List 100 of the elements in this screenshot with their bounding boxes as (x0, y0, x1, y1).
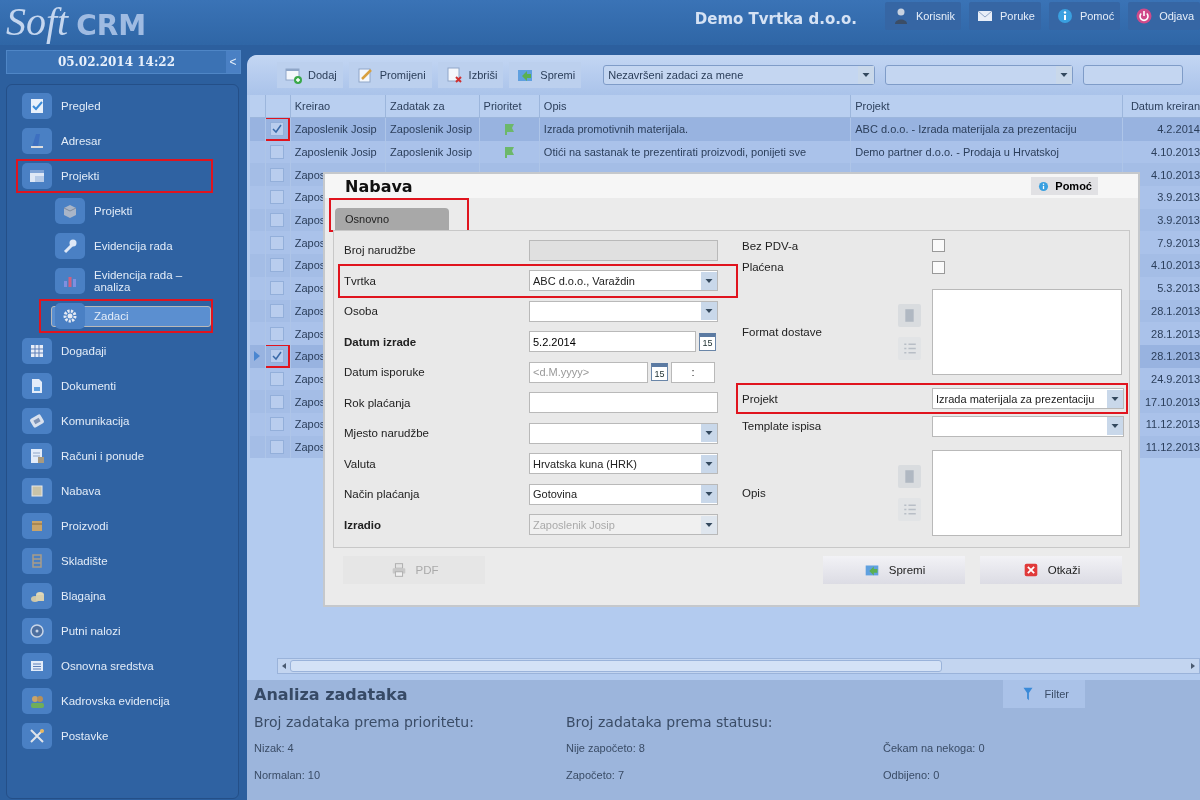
dropdown[interactable]: Izrada materijala za prezentaciju (932, 388, 1124, 410)
stat-text: Nije započeto: 8 (566, 742, 646, 754)
list-icon[interactable] (898, 498, 921, 522)
sidebar-item[interactable]: Dokumenti (18, 372, 120, 400)
caret-icon[interactable] (701, 424, 717, 443)
row-checkbox[interactable] (269, 326, 284, 341)
bar-chart-icon (55, 268, 85, 294)
row-checkbox[interactable] (269, 145, 284, 160)
sidebar-item[interactable]: Komunikacija (18, 407, 134, 435)
list-icon[interactable] (898, 336, 921, 360)
filter-button[interactable]: Filter (1002, 680, 1085, 708)
toolbar-button[interactable]: Promijeni (348, 62, 432, 88)
row-checkbox[interactable] (269, 190, 284, 205)
sidebar-item[interactable]: Proizvodi (18, 512, 113, 540)
toolbar-button[interactable]: Spremi (509, 62, 582, 88)
tab[interactable]: Osnovno (335, 208, 449, 230)
sidebar-item[interactable]: Evidencija rada (51, 232, 177, 260)
caret-icon[interactable] (701, 271, 717, 290)
caret-icon[interactable] (701, 485, 717, 504)
field-label: Plaćena (742, 261, 785, 274)
filter-dropdown[interactable]: Nezavršeni zadaci za mene (603, 65, 876, 85)
column-header[interactable]: Projekt (855, 100, 890, 112)
sidebar-item[interactable]: Događaji (18, 337, 111, 365)
table-cell: 3.9.2013 (1157, 191, 1200, 204)
sidebar-item[interactable]: Osnovna sredstva (18, 652, 158, 680)
checkbox[interactable] (932, 239, 945, 253)
row-checkbox[interactable] (269, 394, 284, 409)
field-label: Valuta (344, 457, 377, 470)
table-cell: Zaposlenik Josip (294, 146, 377, 159)
row-checkbox[interactable] (269, 235, 284, 250)
filter-field[interactable] (1083, 65, 1184, 85)
sidebar-item[interactable]: Zadaci (51, 305, 211, 327)
sidebar-item[interactable]: Evidencija rada – analiza (51, 267, 211, 295)
stat-text: Započeto: 7 (566, 769, 626, 781)
table-cell: 17.10.2013 (1144, 395, 1200, 408)
sidebar-item[interactable]: Pregled (18, 92, 105, 120)
note-icon[interactable] (898, 303, 921, 327)
caret-icon[interactable] (1107, 417, 1123, 436)
table-cell: Zaposlenik Josip (390, 123, 473, 136)
toolbar-button[interactable]: Izbriši (437, 62, 504, 88)
date-field[interactable]: <d.M.yyyy> (529, 361, 648, 383)
text-area[interactable] (932, 450, 1122, 537)
collapse-button[interactable]: < (226, 51, 240, 73)
dialog-button[interactable]: Otkaži (980, 556, 1122, 584)
header-button[interactable]: Pomoć (1048, 2, 1121, 30)
header-button[interactable]: Odjava (1128, 2, 1200, 30)
table-cell: 3.9.2013 (1157, 214, 1200, 227)
calendar-icon[interactable]: 15 (699, 332, 716, 351)
sidebar-item[interactable]: Nabava (18, 477, 105, 505)
text-area[interactable] (932, 288, 1122, 375)
time-field[interactable]: : (671, 361, 715, 383)
checkbox[interactable] (932, 260, 945, 274)
text-field[interactable] (529, 392, 718, 414)
note-icon[interactable] (898, 465, 921, 489)
horizontal-scrollbar[interactable] (277, 658, 1200, 674)
header-button[interactable]: Poruke (969, 2, 1041, 30)
row-checkbox[interactable] (269, 258, 284, 273)
field-label: Izradio (344, 518, 383, 531)
header-button[interactable]: Korisnik (884, 2, 962, 30)
row-checkbox[interactable] (269, 167, 284, 182)
caret-icon[interactable] (1107, 389, 1123, 408)
field-label: Osoba (344, 305, 379, 318)
caret-icon[interactable] (701, 454, 717, 473)
dropdown[interactable]: Gotovina (529, 483, 718, 505)
sidebar-item[interactable]: Projekti (18, 162, 104, 190)
row-checkbox[interactable] (269, 281, 284, 296)
sidebar-item[interactable]: Računi i ponude (18, 442, 149, 470)
caret-icon[interactable] (701, 302, 717, 321)
sidebar-item[interactable]: Skladište (18, 547, 112, 575)
row-checkbox[interactable] (269, 303, 284, 318)
stat-text: Nizak: 4 (254, 742, 295, 754)
table-cell: 4.10.2013 (1151, 168, 1200, 181)
row-checkbox[interactable] (269, 213, 284, 228)
row-checkbox[interactable] (269, 371, 284, 386)
sidebar-item[interactable]: Blagajna (18, 582, 110, 610)
table-cell: 7.9.2013 (1157, 236, 1200, 249)
dialog-button[interactable]: Spremi (823, 556, 965, 584)
sidebar-item[interactable]: Kadrovska evidencija (18, 687, 174, 715)
sidebar-item[interactable]: Adresar (18, 127, 106, 155)
dropdown[interactable]: Hrvatska kuna (HRK) (529, 453, 718, 475)
help-button[interactable]: Pomoć (1031, 177, 1098, 195)
sidebar-item[interactable]: Projekti (51, 197, 137, 225)
sidebar-item[interactable]: Putni nalozi (18, 617, 125, 645)
field-label: Projekt (742, 392, 779, 405)
caret-icon[interactable] (1056, 66, 1073, 84)
dropdown[interactable]: ABC d.o.o., Varaždin (529, 270, 718, 292)
calendar-icon[interactable]: 15 (651, 363, 668, 382)
row-checkbox[interactable] (269, 417, 284, 432)
toolbar-button[interactable]: Dodaj (277, 62, 343, 88)
shelf-icon (22, 548, 52, 574)
gear-icon (55, 303, 85, 329)
caret-icon[interactable] (858, 66, 875, 84)
address-book-icon (22, 128, 52, 154)
row-checkbox[interactable] (269, 439, 284, 454)
sidebar-item[interactable]: Postavke (18, 722, 113, 750)
column-header[interactable]: Opis (543, 100, 567, 112)
table-cell: 4.10.2013 (1151, 146, 1200, 159)
date-field[interactable]: 5.2.2014 (529, 331, 696, 353)
table-cell: 28.1.2013 (1151, 350, 1200, 363)
window-icon (22, 163, 52, 189)
